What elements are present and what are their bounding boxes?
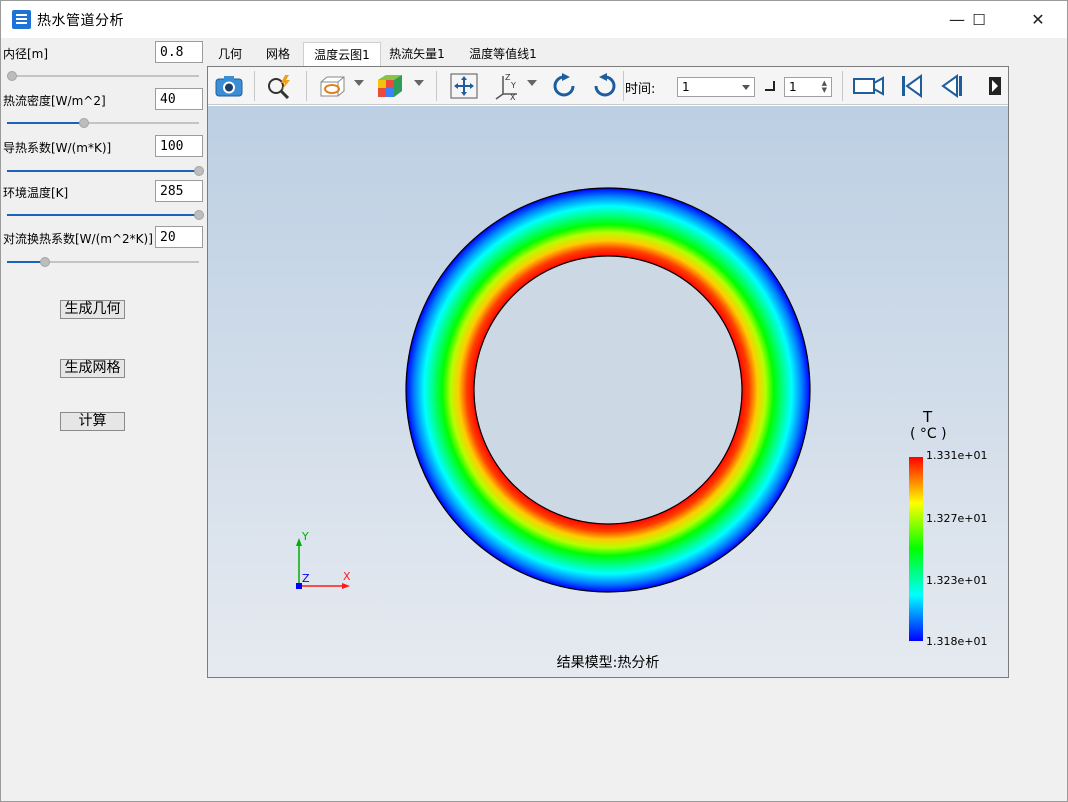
render-canvas[interactable]: Y X Z T ( °C ) 1.331e+01 1.327e+01 1.323… xyxy=(208,106,1008,677)
tab-heat-flux-vector[interactable]: 热流矢量1 xyxy=(384,42,450,66)
slider-thumb[interactable] xyxy=(40,257,51,267)
axis-x-label: X xyxy=(343,570,351,583)
next-frame-icon[interactable] xyxy=(984,71,1006,101)
generate-mesh-button[interactable]: 生成网格 xyxy=(60,359,125,378)
color-legend-bar xyxy=(909,457,923,641)
tab-temperature-contour[interactable]: 温度云图1 xyxy=(303,42,381,66)
param-row-conductivity: 导热系数[W/(m*K)] 100 xyxy=(3,135,203,157)
slider-fill xyxy=(7,170,199,172)
param-label: 环境温度[K] xyxy=(3,186,69,200)
ambient-temp-input[interactable]: 285 xyxy=(155,180,203,202)
render-view: ZYX 时间: 1 1 ▲ ▼ Y X Z T (°C) 1.331e+01… xyxy=(207,66,1009,678)
param-row-convection: 对流换热系数[W/(m^2*K)] 20 xyxy=(3,226,203,248)
convection-input[interactable]: 20 xyxy=(155,226,203,248)
spin-arrows-icon[interactable]: ▲ ▼ xyxy=(822,80,827,94)
time-select[interactable]: 1 xyxy=(677,77,755,97)
time-select-value: 1 xyxy=(682,80,690,94)
camera-icon[interactable] xyxy=(213,71,245,101)
param-row-inner-diameter: 内径[m] 0.8 xyxy=(3,41,203,63)
legend-unit: ( °C ) xyxy=(910,426,947,442)
axis-z-label: Z xyxy=(302,572,310,585)
svg-text:X: X xyxy=(510,93,516,100)
parameter-panel: 内径[m] 0.8 热流密度[W/m^2] 40 导热系数[W/(m*K)] 1… xyxy=(1,39,206,801)
svg-text:Y: Y xyxy=(510,81,516,90)
zoom-icon[interactable] xyxy=(263,71,295,101)
pipe-bore xyxy=(474,256,742,524)
inner-diameter-input[interactable]: 0.8 xyxy=(155,41,203,63)
chevron-down-icon[interactable] xyxy=(354,80,364,86)
legend-title: T xyxy=(923,408,933,426)
step-value: 1 xyxy=(789,80,797,94)
heat-flux-slider[interactable] xyxy=(7,117,199,129)
legend-tick: 1.327e+01 xyxy=(926,512,988,525)
tab-mesh[interactable]: 网格 xyxy=(256,42,300,66)
app-window: 热水管道分析 — ☐ ✕ 内径[m] 0.8 热流密度[W/m^2] 40 导热… xyxy=(0,0,1068,802)
legend-tick: 1.323e+01 xyxy=(926,574,988,587)
param-row-ambient-temp: 环境温度[K] 285 xyxy=(3,180,203,202)
app-icon xyxy=(12,10,31,29)
fit-icon[interactable] xyxy=(448,71,480,101)
prev-frame-icon[interactable] xyxy=(936,71,968,101)
rotate-ccw-icon[interactable] xyxy=(589,71,621,101)
first-frame-icon[interactable] xyxy=(896,71,928,101)
heat-flux-input[interactable]: 40 xyxy=(155,88,203,110)
color-cube-icon[interactable] xyxy=(374,71,406,101)
tab-isotherm[interactable]: 温度等值线1 xyxy=(461,42,545,66)
legend-tick: 1.318e+01 xyxy=(926,635,988,648)
conductivity-input[interactable]: 100 xyxy=(155,135,203,157)
tab-geometry[interactable]: 几何 xyxy=(208,42,252,66)
convection-slider[interactable] xyxy=(7,256,199,268)
conductivity-slider[interactable] xyxy=(7,165,204,177)
chevron-down-icon xyxy=(742,85,750,90)
chevron-down-icon[interactable] xyxy=(414,80,424,86)
view-box-icon[interactable] xyxy=(316,71,348,101)
maximize-button[interactable]: ☐ xyxy=(956,1,1002,38)
window-title: 热水管道分析 xyxy=(37,13,124,29)
param-row-heat-flux: 热流密度[W/m^2] 40 xyxy=(3,88,203,110)
slider-thumb[interactable] xyxy=(7,71,17,81)
video-icon[interactable] xyxy=(853,71,885,101)
slider-fill xyxy=(7,214,199,216)
axes-triad: Y X Z xyxy=(296,530,351,589)
inner-diameter-slider[interactable] xyxy=(7,70,199,82)
axes-icon[interactable]: ZYX xyxy=(491,71,523,101)
param-label: 对流换热系数[W/(m^2*K)] xyxy=(3,232,153,246)
slider-thumb[interactable] xyxy=(194,210,204,220)
compute-button[interactable]: 计算 xyxy=(60,412,125,431)
param-label: 内径[m] xyxy=(3,47,49,61)
slider-fill xyxy=(7,122,84,124)
view-toolbar: ZYX 时间: 1 1 ▲ ▼ xyxy=(208,67,1008,105)
slider-thumb[interactable] xyxy=(78,118,89,128)
ambient-temp-slider[interactable] xyxy=(7,209,204,221)
generate-geometry-button[interactable]: 生成几何 xyxy=(60,300,125,319)
slider-thumb[interactable] xyxy=(194,166,204,176)
axis-y-label: Y xyxy=(301,530,309,543)
result-caption: 结果模型:热分析 xyxy=(556,655,660,671)
close-button[interactable]: ✕ xyxy=(1015,1,1061,38)
time-label: 时间: xyxy=(625,82,656,97)
step-spinbox[interactable]: 1 ▲ ▼ xyxy=(784,77,832,97)
result-plot: Y X Z xyxy=(296,187,811,593)
param-label: 导热系数[W/(m*K)] xyxy=(3,141,112,155)
param-label: 热流密度[W/m^2] xyxy=(3,94,106,108)
title-bar: 热水管道分析 — ☐ ✕ xyxy=(1,1,1067,38)
legend-tick: 1.331e+01 xyxy=(926,449,988,462)
step-marker-icon xyxy=(765,81,775,91)
chevron-down-icon[interactable] xyxy=(527,80,537,86)
rotate-cw-icon[interactable] xyxy=(548,71,580,101)
